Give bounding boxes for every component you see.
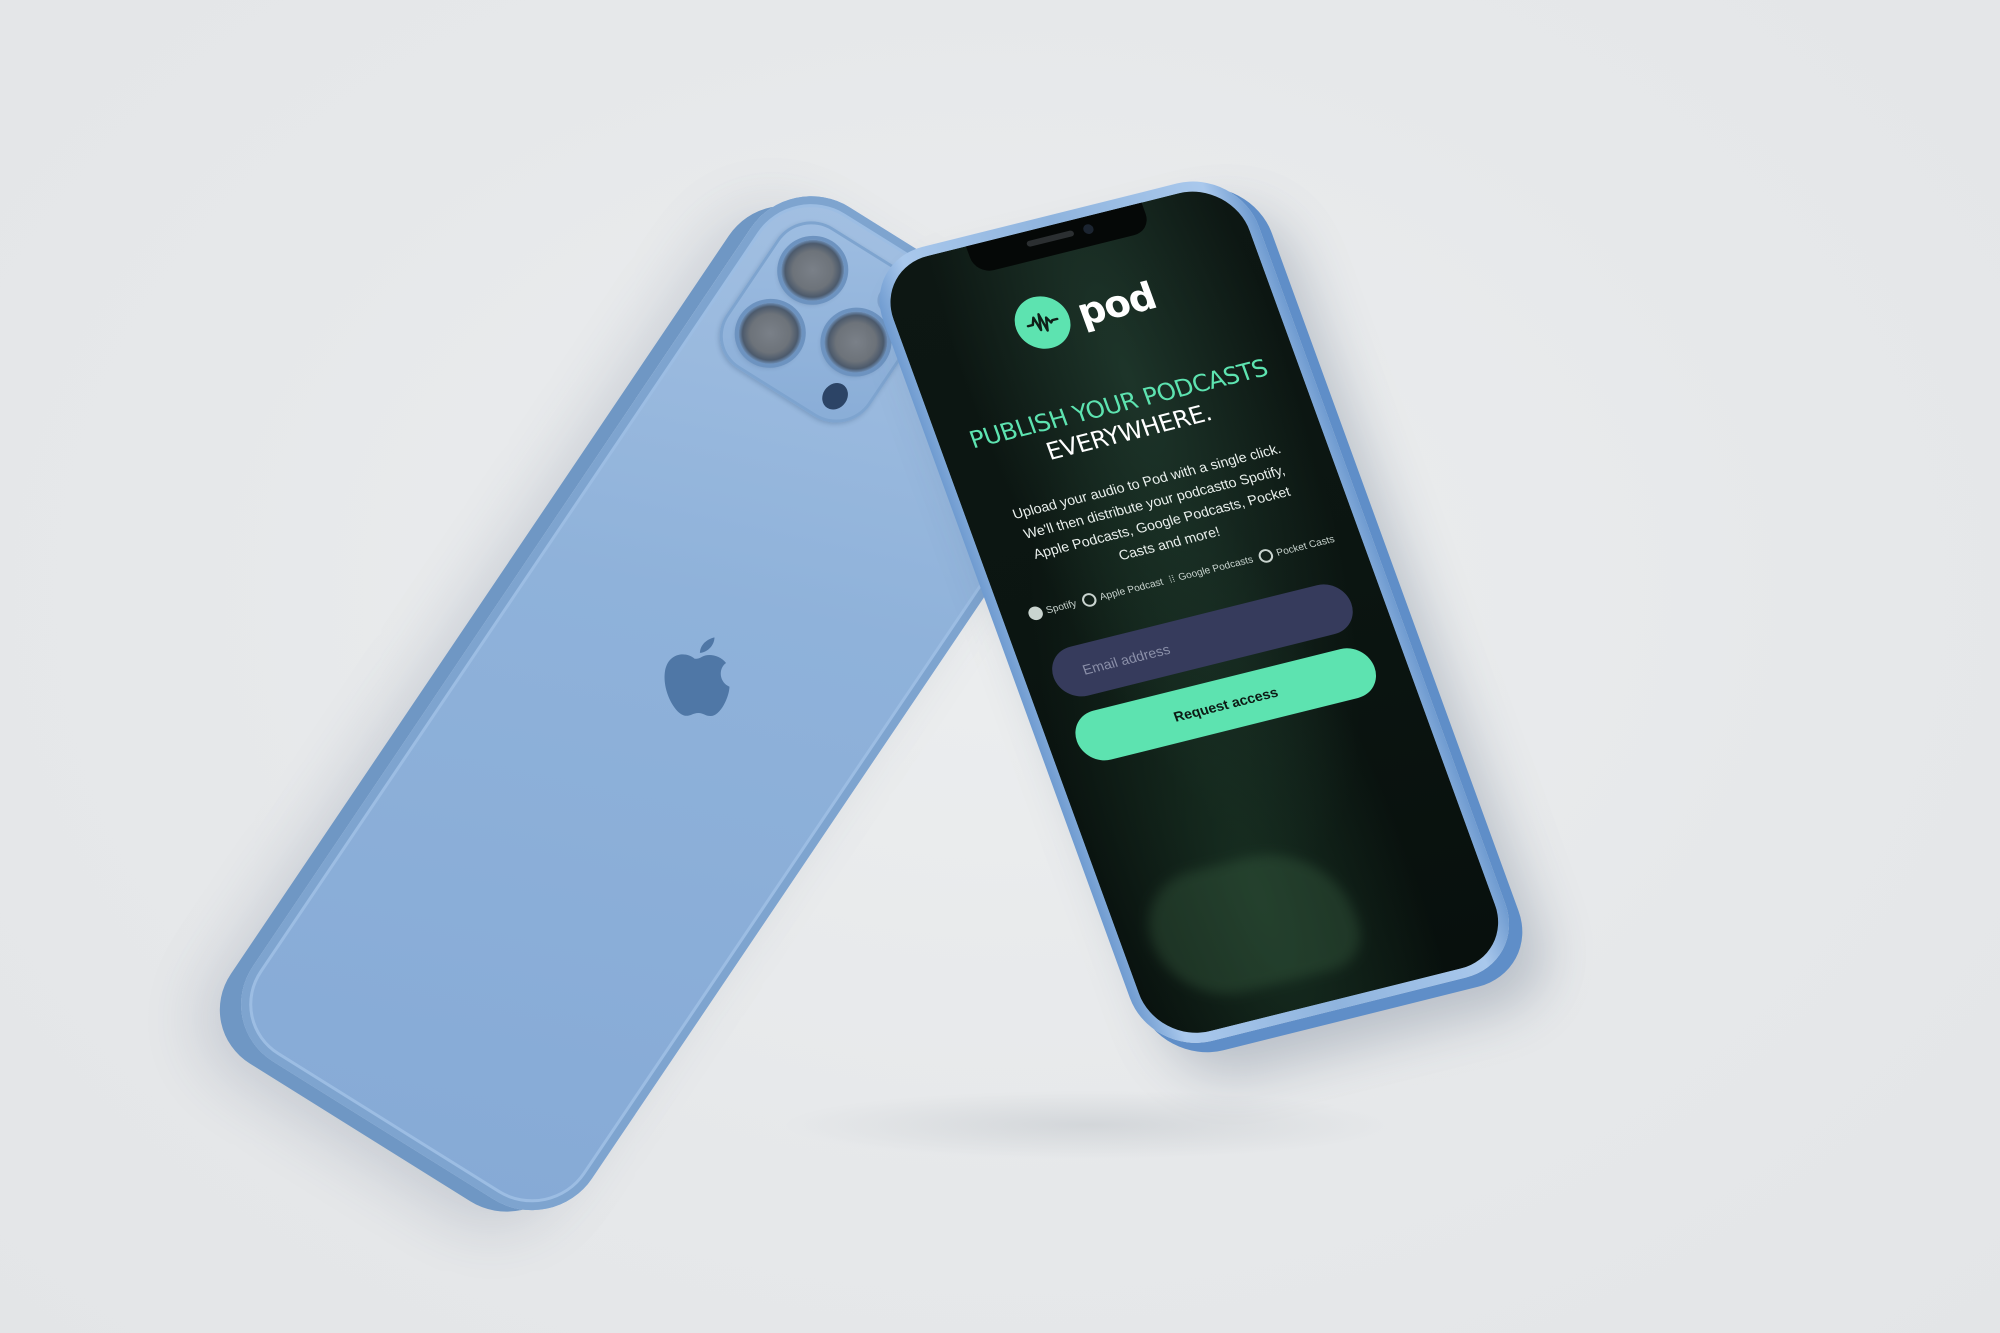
pocket-casts-icon (1256, 547, 1276, 565)
spotify-icon (1026, 605, 1045, 622)
google-podcasts-icon: ⁞⁞ (1167, 573, 1177, 586)
waveform-icon (1006, 290, 1078, 355)
lidar-sensor-icon (817, 378, 854, 415)
platform-label: Apple Podcast (1098, 576, 1165, 603)
platform-apple-podcast: Apple Podcast (1080, 575, 1165, 609)
platform-label: Spotify (1044, 598, 1079, 616)
floor-shadow (780, 1090, 1400, 1160)
platform-label: Google Podcasts (1176, 553, 1255, 583)
camera-lens-icon (726, 291, 814, 376)
front-camera-icon (1081, 223, 1095, 236)
camera-lens-icon (769, 228, 857, 313)
platform-google-podcasts: ⁞⁞ Google Podcasts (1167, 554, 1254, 585)
platform-label: Pocket Casts (1274, 533, 1337, 559)
platform-spotify: Spotify (1026, 597, 1078, 622)
apple-logo-icon (664, 637, 730, 717)
apple-podcast-icon (1080, 591, 1099, 609)
brand-name: pod (1070, 274, 1162, 335)
brand-logo[interactable]: pod (898, 242, 1273, 382)
earpiece-speaker (1025, 230, 1075, 248)
background-photo (1131, 837, 1372, 1009)
notch (965, 202, 1152, 275)
platform-pocket-casts: Pocket Casts (1256, 532, 1337, 565)
mockup-stage: pod PUBLISH YOUR PODCASTS EVERYWHERE. Up… (0, 0, 2000, 1333)
